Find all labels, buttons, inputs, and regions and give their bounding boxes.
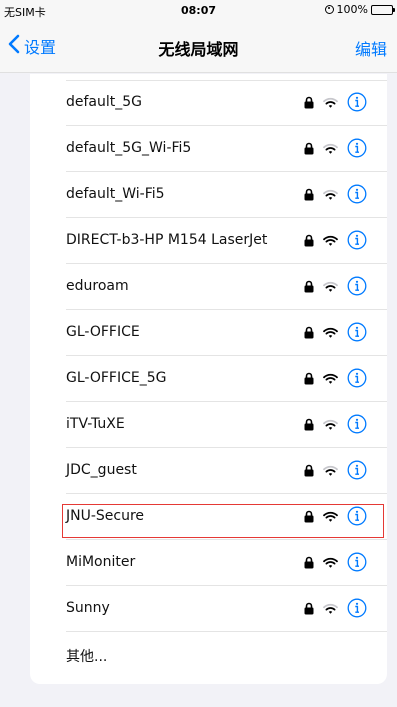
network-name: default_5G_Wi-Fi5 [66,140,192,156]
lock-icon [304,602,314,615]
info-icon[interactable] [347,368,367,388]
wifi-signal-icon [323,281,338,292]
lock-icon [304,96,314,109]
lock-icon [304,280,314,293]
status-bar: 无SIM卡 08:07 100% [0,0,397,20]
network-row[interactable]: iTV-TuXE [30,402,387,448]
wifi-signal-icon [323,373,338,384]
info-icon[interactable] [347,552,367,572]
network-row[interactable]: Sunny [30,586,387,632]
info-icon[interactable] [347,506,367,526]
network-row[interactable]: MiMoniter [30,540,387,586]
network-name: default_Wi-Fi5 [66,186,165,202]
nav-bar: 设置 无线局域网 编辑 [0,20,397,73]
wifi-signal-icon [323,97,338,108]
network-row[interactable]: default_5G_Wi-Fi5 [30,126,387,172]
network-row[interactable]: default_5G [30,80,387,126]
other-network-row[interactable]: 其他... [30,632,387,678]
network-name: JDC_guest [66,462,137,478]
wifi-signal-icon [323,189,338,200]
info-icon[interactable] [347,138,367,158]
info-icon[interactable] [347,598,367,618]
lock-icon [304,326,314,339]
info-icon[interactable] [347,414,367,434]
network-name: iTV-TuXE [66,416,125,432]
page-title: 无线局域网 [158,40,239,59]
edit-button[interactable]: 编辑 [355,36,387,60]
lock-icon [304,188,314,201]
network-name: GL-OFFICE_5G [66,370,167,386]
lock-icon [304,234,314,247]
lock-icon [304,142,314,155]
lock-icon [304,464,314,477]
wifi-signal-icon [323,235,338,246]
info-icon[interactable] [347,276,367,296]
wifi-signal-icon [323,557,338,568]
network-row[interactable]: eduroam [30,264,387,310]
lock-icon [304,372,314,385]
network-name: default_5G [66,94,143,110]
wifi-signal-icon [323,603,338,614]
wifi-signal-icon [323,143,338,154]
info-icon[interactable] [347,184,367,204]
info-icon[interactable] [347,92,367,112]
orientation-lock-icon [324,5,334,14]
lock-icon [304,510,314,523]
status-right: 100% [324,3,395,16]
wifi-signal-icon [323,327,338,338]
info-icon[interactable] [347,230,367,250]
network-list: default_5G default_5G_Wi-Fi5 default_Wi-… [30,74,387,684]
network-row[interactable]: GL-OFFICE_5G [30,356,387,402]
network-name: DIRECT-b3-HP M154 LaserJet [66,232,268,248]
battery-percent: 100% [336,3,368,16]
network-row[interactable]: DIRECT-b3-HP M154 LaserJet [30,218,387,264]
network-name: JNU-Secure [66,508,145,524]
lock-icon [304,556,314,569]
wifi-signal-icon [323,419,338,430]
network-name: GL-OFFICE [66,324,140,340]
network-name: eduroam [66,278,129,294]
network-row[interactable]: GL-OFFICE [30,310,387,356]
network-name: Sunny [66,600,110,616]
info-icon[interactable] [347,460,367,480]
other-network-label: 其他... [66,649,108,665]
network-row[interactable]: JDC_guest [30,448,387,494]
network-name: MiMoniter [66,554,136,570]
wifi-signal-icon [323,511,338,522]
info-icon[interactable] [347,322,367,342]
network-row[interactable]: default_Wi-Fi5 [30,172,387,218]
wifi-signal-icon [323,465,338,476]
lock-icon [304,418,314,431]
network-row-highlighted[interactable]: JNU-Secure [30,494,387,540]
battery-icon [371,4,395,15]
